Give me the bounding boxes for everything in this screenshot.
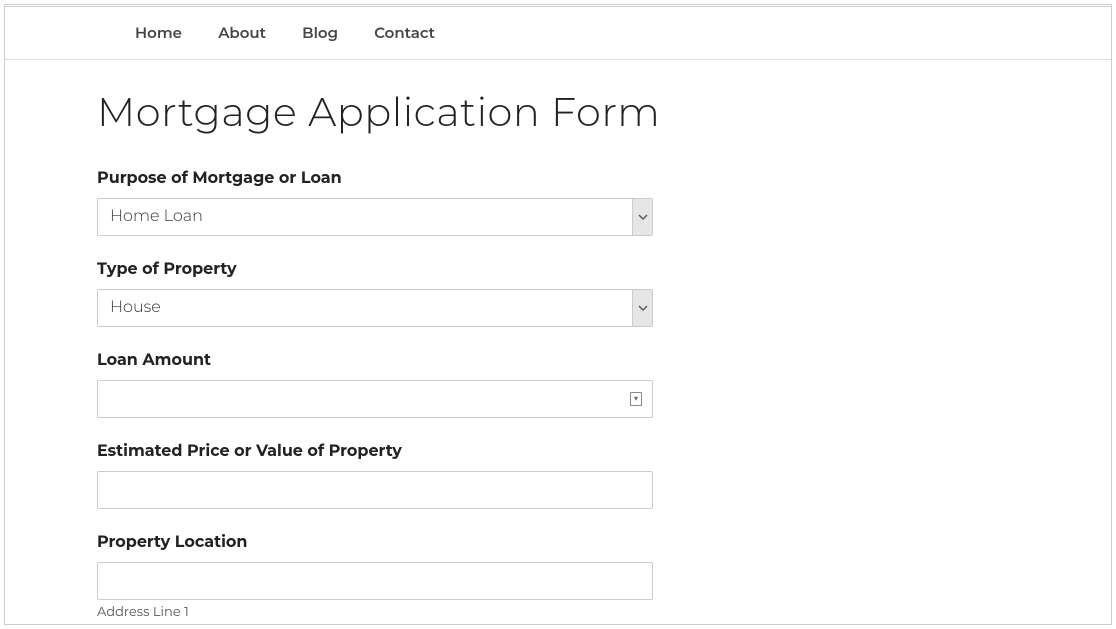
purpose-select[interactable]: Home Loan — [97, 198, 653, 236]
field-property-type: Type of Property House — [97, 260, 1111, 327]
page-frame: Home About Blog Contact Mortgage Applica… — [4, 4, 1112, 625]
page-title: Mortgage Application Form — [97, 88, 1111, 137]
property-type-select-value: House — [98, 290, 632, 326]
chevron-down-icon — [632, 290, 652, 326]
purpose-select-value: Home Loan — [98, 199, 632, 235]
estimated-value-input[interactable] — [98, 473, 652, 507]
nav-home[interactable]: Home — [135, 23, 182, 42]
loan-amount-input-wrap: ▾ — [97, 380, 653, 418]
estimated-value-label: Estimated Price or Value of Property — [97, 442, 1111, 461]
property-type-select[interactable]: House — [97, 289, 653, 327]
nav-blog[interactable]: Blog — [302, 23, 338, 42]
property-type-label: Type of Property — [97, 260, 1111, 279]
field-purpose: Purpose of Mortgage or Loan Home Loan — [97, 169, 1111, 236]
field-estimated-value: Estimated Price or Value of Property — [97, 442, 1111, 509]
loan-amount-input[interactable] — [98, 382, 652, 416]
top-nav: Home About Blog Contact — [5, 7, 1111, 60]
property-location-sublabel: Address Line 1 — [97, 604, 1111, 620]
field-loan-amount: Loan Amount ▾ — [97, 351, 1111, 418]
nav-contact[interactable]: Contact — [374, 23, 435, 42]
chevron-down-icon — [632, 199, 652, 235]
nav-about[interactable]: About — [218, 23, 266, 42]
property-location-label: Property Location — [97, 533, 1111, 552]
property-location-input-wrap — [97, 562, 653, 600]
purpose-label: Purpose of Mortgage or Loan — [97, 169, 1111, 188]
estimated-value-input-wrap — [97, 471, 653, 509]
main-content: Mortgage Application Form Purpose of Mor… — [5, 60, 1111, 620]
property-location-input[interactable] — [98, 564, 652, 598]
loan-amount-label: Loan Amount — [97, 351, 1111, 370]
